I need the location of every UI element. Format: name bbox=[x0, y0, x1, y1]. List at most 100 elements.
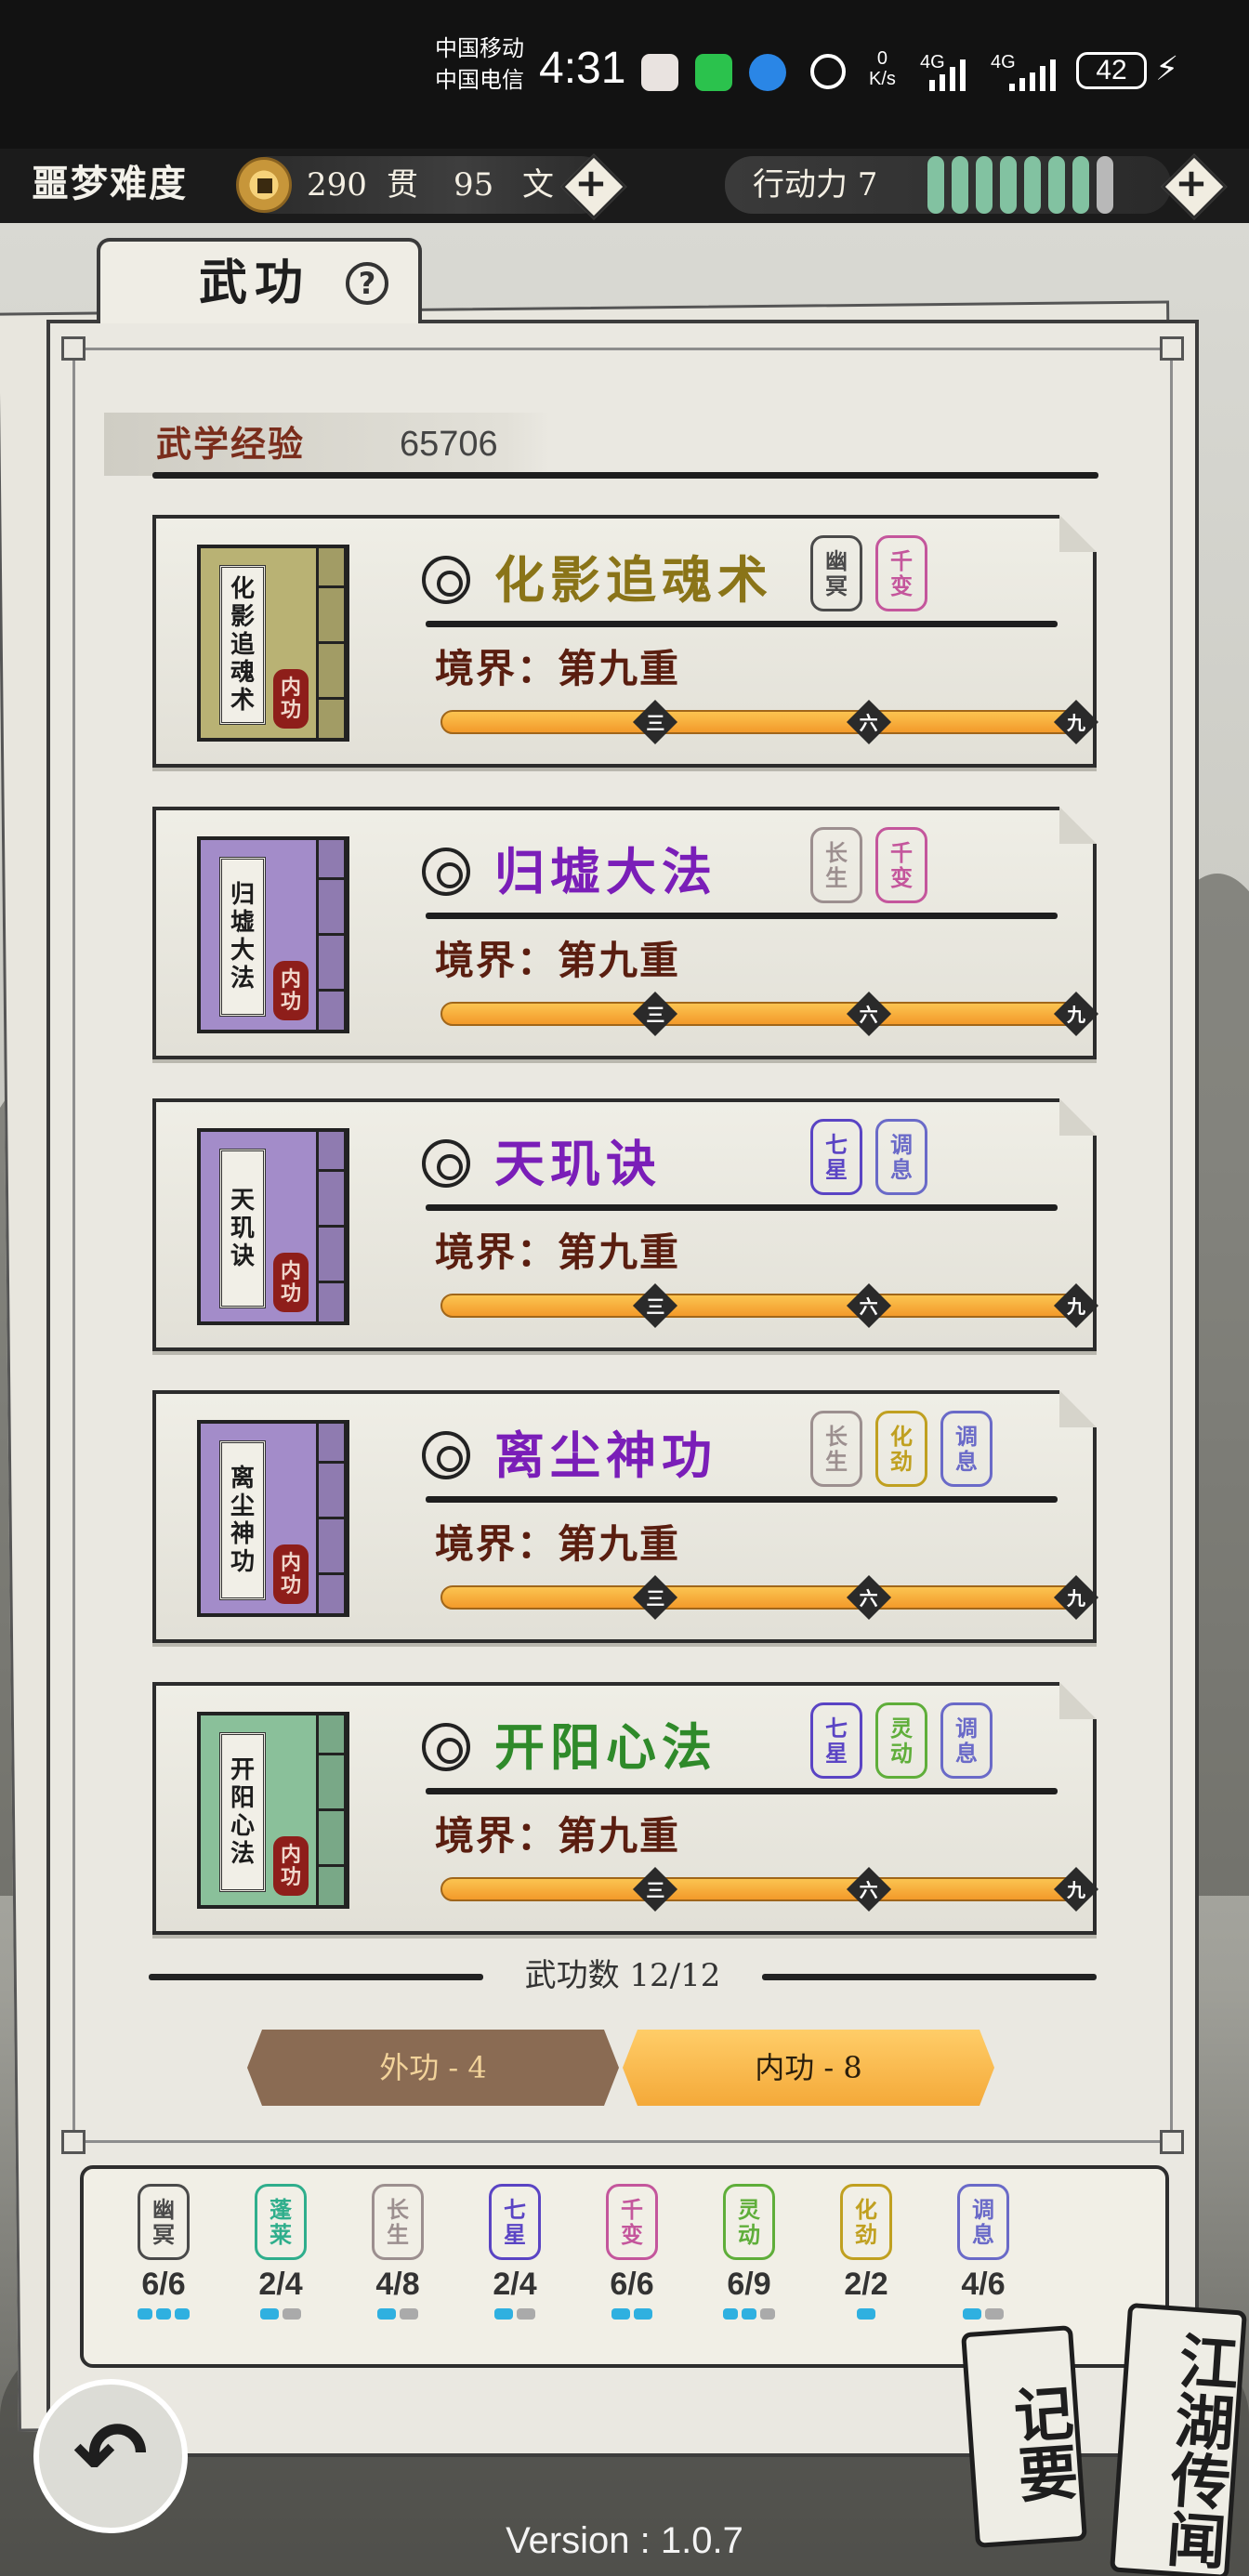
book-title: 归墟大法 bbox=[219, 857, 266, 1017]
attribute-summary-item[interactable]: 千变 6/6 bbox=[606, 2184, 658, 2320]
skill-name: 化影追魂术 bbox=[494, 550, 773, 610]
tab-martial-arts[interactable]: 武功 ? bbox=[97, 238, 422, 323]
attribute-summary-item[interactable]: 七星 2/4 bbox=[489, 2184, 541, 2320]
skill-realm: 境界：第九重 bbox=[435, 938, 681, 983]
add-currency-button[interactable]: + bbox=[561, 154, 621, 214]
skill-count-row: 武功数 12/12 bbox=[139, 1948, 1106, 2004]
attribute-tag[interactable]: 灵动 bbox=[875, 1702, 927, 1779]
attribute-summary-item[interactable]: 灵动 6/9 bbox=[723, 2184, 775, 2320]
frame-corner bbox=[61, 336, 85, 361]
skill-card[interactable]: 化影追魂术 内功 化影追魂术 幽冥 千变 境界：第九重 三 六 九 bbox=[152, 515, 1099, 768]
currency-display: 290 贯 95 文 bbox=[236, 156, 609, 214]
inner-skills-button[interactable]: 内功 - 8 bbox=[623, 2030, 994, 2106]
attribute-dots bbox=[606, 2308, 658, 2320]
stamina-label: 行动力 7 bbox=[753, 166, 878, 204]
skill-book-icon: 归墟大法 内功 bbox=[197, 836, 349, 1033]
net-speed: 0 K/s bbox=[869, 48, 896, 89]
level-dot bbox=[494, 2308, 513, 2320]
attribute-tag[interactable]: 幽冥 bbox=[810, 535, 862, 611]
version-label: Version : 1.0.7 bbox=[506, 2520, 743, 2561]
attribute-count: 4/6 bbox=[961, 2267, 1006, 2302]
system-status-bar: 中国移动 中国电信 4:31 0 K/s 4G 4G 42 ⚡ bbox=[0, 0, 1249, 149]
attribute-tag[interactable]: 调息 bbox=[940, 1702, 993, 1779]
progress-marker-label: 六 bbox=[859, 712, 878, 734]
skill-realm: 境界：第九重 bbox=[435, 1229, 681, 1275]
attribute-tag[interactable]: 七星 bbox=[810, 1119, 862, 1195]
skill-realm: 境界：第九重 bbox=[435, 1813, 681, 1859]
attribute-tag[interactable]: 千变 bbox=[875, 827, 927, 903]
attribute-summary-item[interactable]: 调息 4/6 bbox=[957, 2184, 1009, 2320]
attribute-tag[interactable]: 化劲 bbox=[875, 1411, 927, 1487]
clock: 4:31 bbox=[539, 44, 626, 93]
attribute-tag[interactable]: 长生 bbox=[810, 827, 862, 903]
attribute-summary-item[interactable]: 化劲 2/2 bbox=[840, 2184, 892, 2320]
charging-bolt-icon: ⚡ bbox=[1155, 50, 1179, 88]
progress-marker-label: 三 bbox=[646, 1879, 665, 1901]
level-dot bbox=[283, 2308, 301, 2320]
guan-unit: 贯 bbox=[387, 166, 418, 204]
progress-marker-label: 三 bbox=[646, 1295, 665, 1318]
skill-realm: 境界：第九重 bbox=[435, 1521, 681, 1567]
skill-card[interactable]: 开阳心法 内功 开阳心法 七星 灵动 调息 境界：第九重 三 六 九 bbox=[152, 1682, 1099, 1935]
attribute-count: 6/6 bbox=[610, 2267, 654, 2302]
level-dot bbox=[760, 2308, 775, 2320]
alarm-icon bbox=[810, 54, 846, 89]
level-dot bbox=[517, 2308, 535, 2320]
skill-name: 离尘神功 bbox=[494, 1426, 717, 1485]
outer-skills-button[interactable]: 外功 - 4 bbox=[247, 2030, 619, 2106]
guan-amount: 290 bbox=[307, 166, 367, 204]
attribute-dots bbox=[723, 2308, 775, 2320]
attribute-tag[interactable]: 七星 bbox=[810, 1702, 862, 1779]
attribute-tag[interactable]: 千变 bbox=[875, 535, 927, 611]
attribute-summary-item[interactable]: 长生 4/8 bbox=[372, 2184, 424, 2320]
difficulty-label: 噩梦难度 bbox=[32, 162, 188, 205]
attribute-count: 6/9 bbox=[727, 2267, 771, 2302]
divider bbox=[426, 1496, 1058, 1503]
frame-corner bbox=[61, 2130, 85, 2154]
skill-type-seal: 内功 bbox=[273, 1253, 309, 1312]
level-dot bbox=[742, 2308, 756, 2320]
attribute-dots bbox=[489, 2308, 541, 2320]
skill-quality-icon bbox=[422, 848, 470, 896]
attribute-tag: 化劲 bbox=[840, 2184, 892, 2260]
back-button[interactable]: ↶ bbox=[33, 2379, 188, 2533]
plus-icon: + bbox=[1175, 160, 1208, 205]
attribute-dots bbox=[255, 2308, 307, 2320]
skill-tags: 七星 调息 bbox=[810, 1119, 927, 1195]
wechat-icon bbox=[695, 54, 732, 91]
skill-realm: 境界：第九重 bbox=[435, 646, 681, 691]
attribute-dots bbox=[138, 2308, 190, 2320]
level-dot bbox=[857, 2308, 875, 2320]
stamina-pip bbox=[1097, 156, 1113, 214]
sim1-signal-icon bbox=[929, 58, 966, 91]
level-dot bbox=[175, 2308, 190, 2320]
realm-progress-bar: 三六九 bbox=[440, 1574, 1099, 1621]
skill-card[interactable]: 归墟大法 内功 归墟大法 长生 千变 境界：第九重 三 六 九 bbox=[152, 807, 1099, 1059]
skill-card[interactable]: 离尘神功 内功 离尘神功 长生 化劲 调息 境界：第九重 三 六 九 bbox=[152, 1390, 1099, 1643]
progress-marker-label: 九 bbox=[1067, 1587, 1085, 1610]
add-stamina-button[interactable]: + bbox=[1162, 154, 1221, 214]
browser-icon bbox=[749, 54, 786, 91]
stamina-pip bbox=[976, 156, 993, 214]
skill-tags: 七星 灵动 调息 bbox=[810, 1702, 993, 1779]
skill-quality-icon bbox=[422, 1139, 470, 1188]
skill-tags: 长生 化劲 调息 bbox=[810, 1411, 993, 1487]
stamina-pips bbox=[927, 156, 1113, 214]
level-dot bbox=[985, 2308, 1004, 2320]
realm-progress-bar: 三六九 bbox=[440, 1866, 1099, 1912]
attribute-dots bbox=[372, 2308, 424, 2320]
attribute-tag[interactable]: 长生 bbox=[810, 1411, 862, 1487]
attribute-tag[interactable]: 调息 bbox=[875, 1119, 927, 1195]
attribute-count: 2/2 bbox=[844, 2267, 888, 2302]
skill-card[interactable]: 天玑诀 内功 天玑诀 七星 调息 境界：第九重 三 六 九 bbox=[152, 1098, 1099, 1351]
attribute-count: 2/4 bbox=[493, 2267, 537, 2302]
level-dot bbox=[634, 2308, 652, 2320]
divider bbox=[426, 913, 1058, 919]
help-icon[interactable]: ? bbox=[346, 262, 388, 305]
attribute-summary-item[interactable]: 蓬莱 2/4 bbox=[255, 2184, 307, 2320]
back-arrow-icon: ↶ bbox=[72, 2402, 149, 2506]
attribute-tag[interactable]: 调息 bbox=[940, 1411, 993, 1487]
attribute-summary-item[interactable]: 幽冥 6/6 bbox=[138, 2184, 190, 2320]
realm-progress-bar: 三六九 bbox=[440, 991, 1099, 1037]
wen-amount: 95 bbox=[454, 166, 494, 204]
